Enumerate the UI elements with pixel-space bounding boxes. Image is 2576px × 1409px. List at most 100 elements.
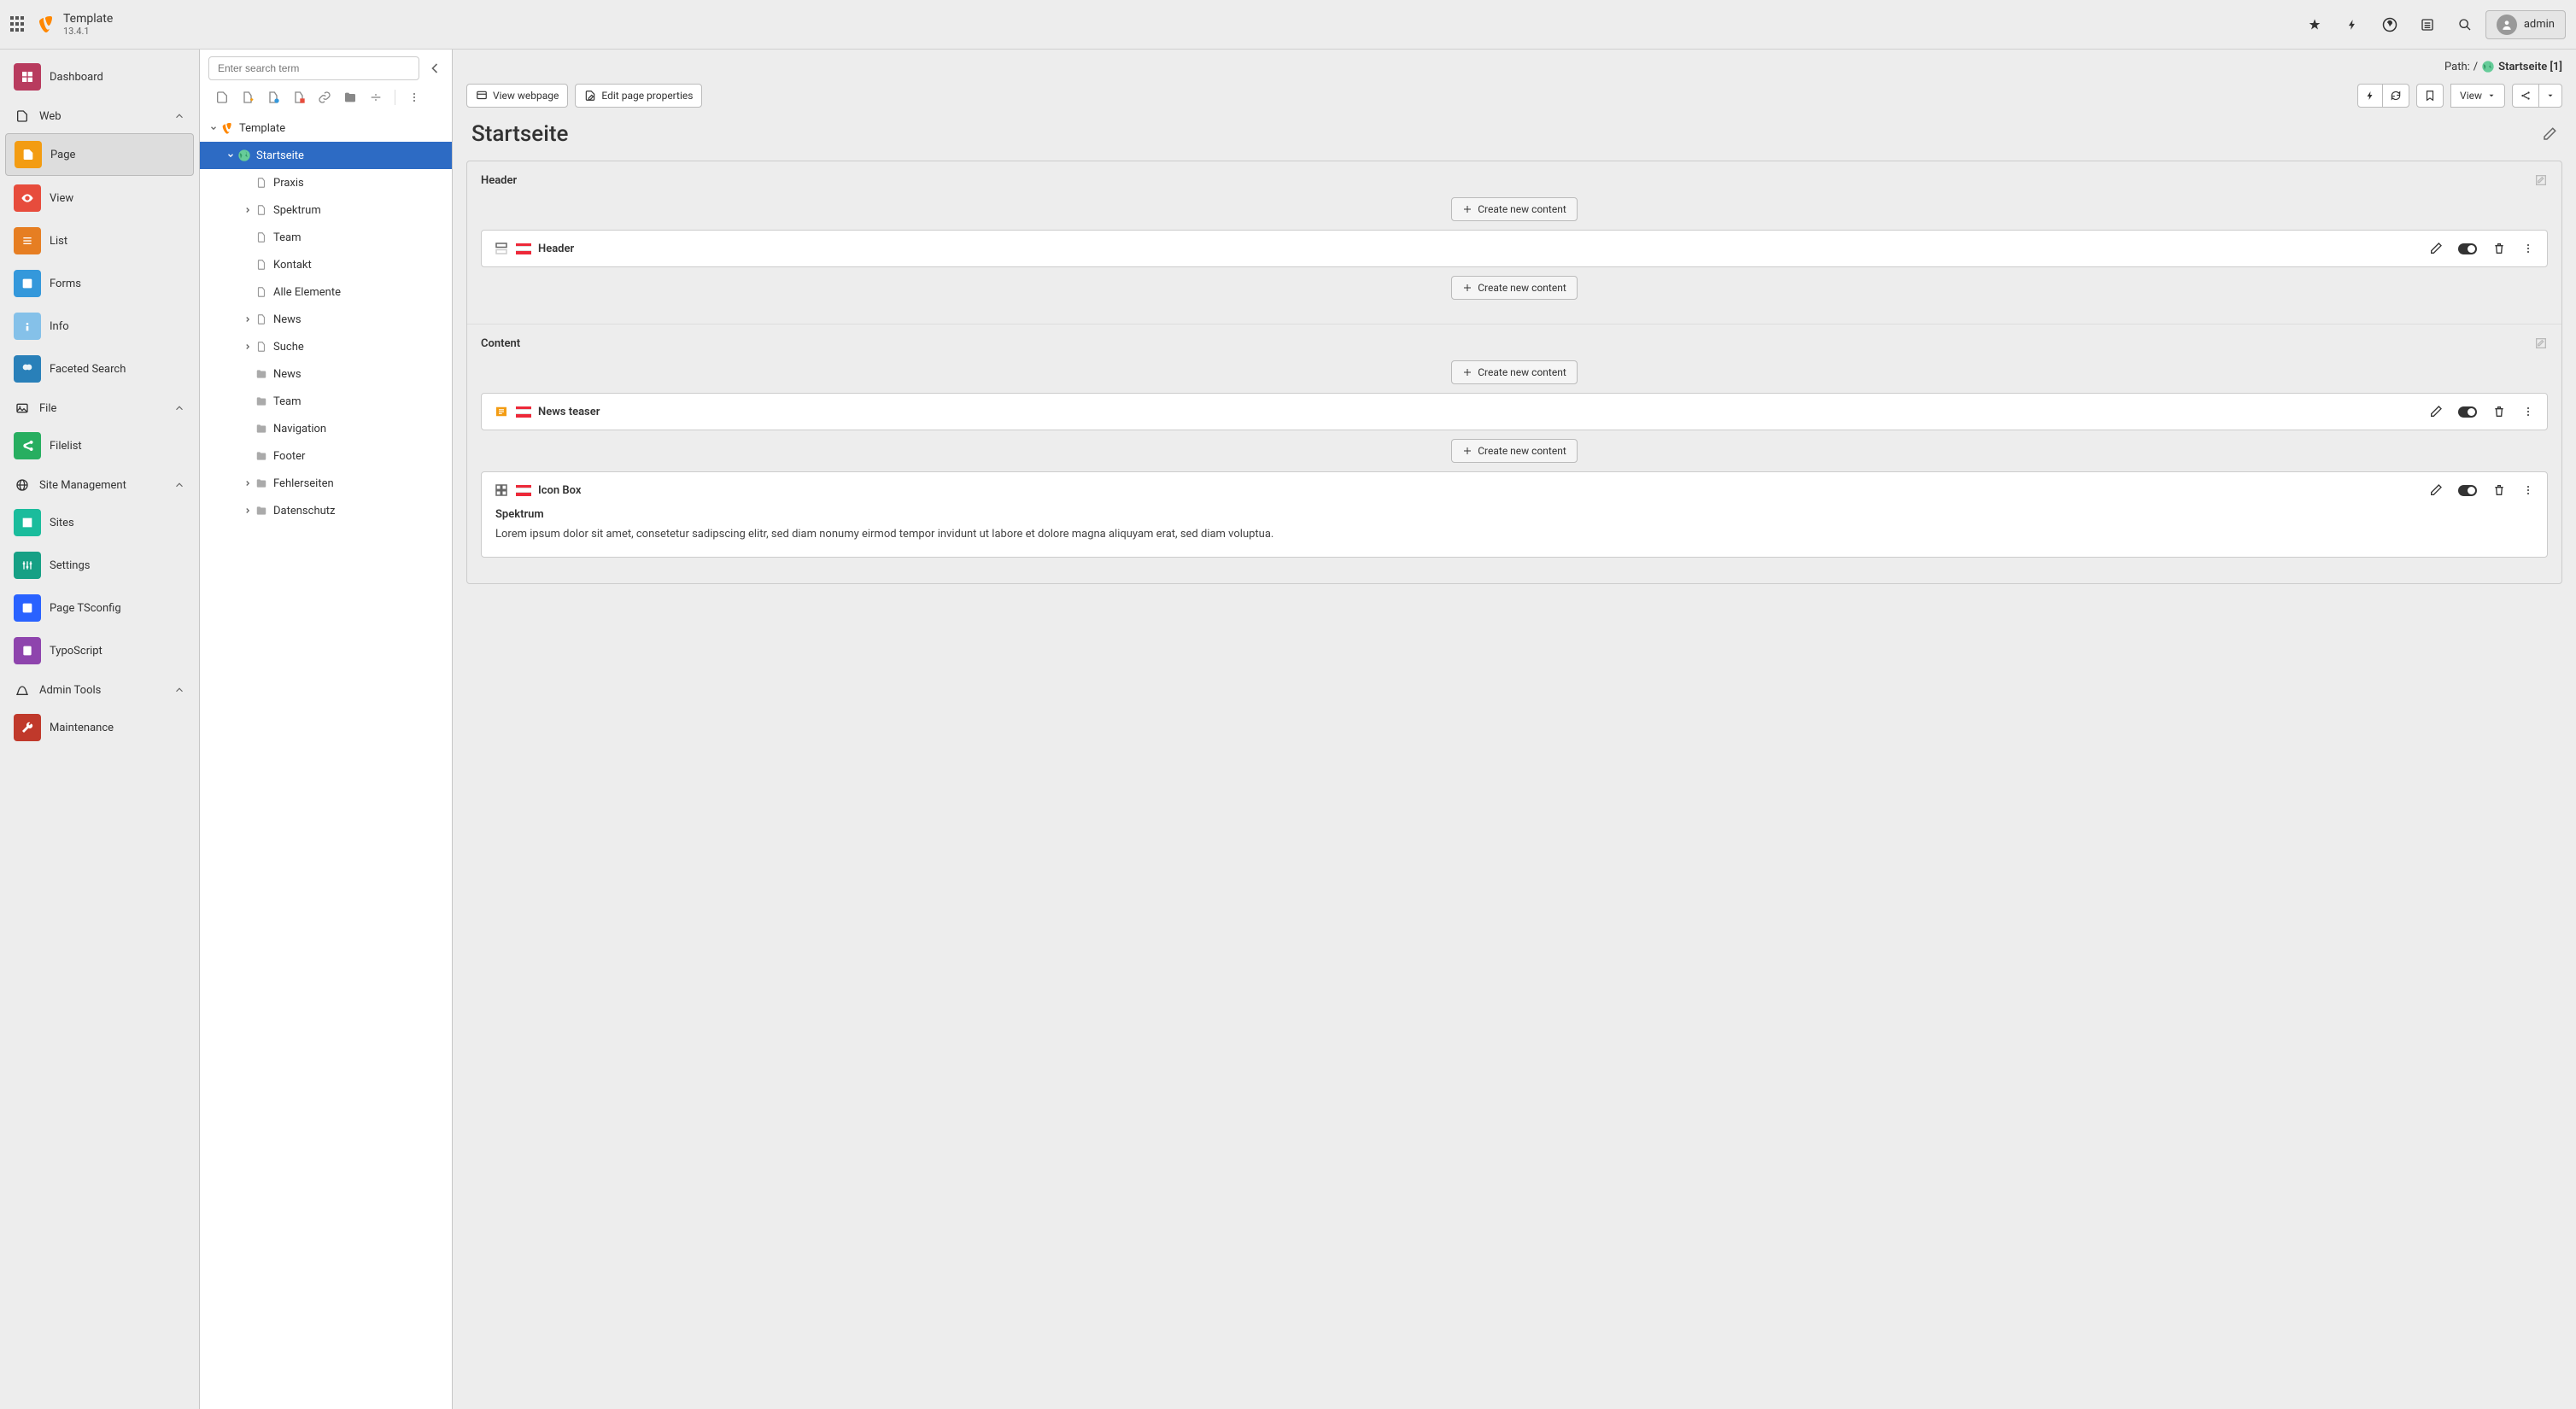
tree-node[interactable]: Startseite bbox=[200, 142, 452, 169]
visibility-toggle[interactable] bbox=[2458, 485, 2477, 496]
topbar: Template 13.4.1 admin bbox=[0, 0, 2576, 50]
create-content-button[interactable]: Create new content bbox=[1451, 360, 1578, 384]
tree-node[interactable]: Fehlerseiten bbox=[200, 470, 452, 497]
module-dashboard[interactable]: Dashboard bbox=[5, 56, 194, 97]
content-element-news-teaser: News teaser bbox=[481, 393, 2548, 430]
module-faceted-search[interactable]: Faceted Search bbox=[5, 348, 194, 389]
module-page[interactable]: Page bbox=[5, 133, 194, 176]
globe-icon bbox=[2481, 60, 2495, 73]
module-group-admin[interactable]: Admin Tools bbox=[5, 673, 194, 707]
chevron-up-icon bbox=[173, 110, 185, 122]
link-icon[interactable] bbox=[314, 87, 335, 108]
module-filelist[interactable]: Filelist bbox=[5, 425, 194, 466]
page-tree-panel: Template StartseitePraxisSpektrumTeamKon… bbox=[200, 50, 453, 1409]
tree-node[interactable]: News bbox=[200, 306, 452, 333]
bookmark-icon[interactable] bbox=[2298, 8, 2332, 42]
tree-node[interactable]: Suche bbox=[200, 333, 452, 360]
folder-icon[interactable] bbox=[340, 87, 360, 108]
create-content-button[interactable]: Create new content bbox=[1451, 439, 1578, 463]
delete-icon[interactable] bbox=[2492, 405, 2506, 418]
module-menu: Dashboard Web Page View List Forms Info … bbox=[0, 50, 200, 1409]
edit-page-properties-button[interactable]: Edit page properties bbox=[575, 84, 702, 108]
module-list[interactable]: List bbox=[5, 220, 194, 261]
new-page-delete-icon[interactable] bbox=[289, 87, 309, 108]
flag-austria-icon bbox=[516, 243, 531, 254]
module-settings[interactable]: Settings bbox=[5, 545, 194, 586]
tree-node[interactable]: Navigation bbox=[200, 415, 452, 442]
content-area: Path: / Startseite [1] View webpage Edit… bbox=[453, 50, 2576, 1409]
tree-node[interactable]: News bbox=[200, 360, 452, 388]
search-icon[interactable] bbox=[2448, 8, 2482, 42]
chevron-up-icon bbox=[173, 684, 185, 696]
edit-column-icon[interactable] bbox=[2534, 173, 2548, 187]
new-page-hidden-icon[interactable] bbox=[237, 87, 258, 108]
user-menu-button[interactable]: admin bbox=[2485, 10, 2566, 39]
module-group-web[interactable]: Web bbox=[5, 99, 194, 133]
ce-body-title: Spektrum bbox=[495, 508, 2533, 521]
module-view[interactable]: View bbox=[5, 178, 194, 219]
edit-icon[interactable] bbox=[2429, 242, 2443, 255]
edit-icon[interactable] bbox=[2429, 405, 2443, 418]
new-page-icon[interactable] bbox=[212, 87, 232, 108]
module-sites[interactable]: Sites bbox=[5, 502, 194, 543]
brand-name: Template bbox=[63, 12, 113, 26]
edit-icon[interactable] bbox=[2429, 483, 2443, 497]
create-content-button[interactable]: Create new content bbox=[1451, 197, 1578, 221]
list-icon[interactable] bbox=[2410, 8, 2444, 42]
more-icon[interactable] bbox=[2521, 483, 2535, 497]
visibility-toggle[interactable] bbox=[2458, 406, 2477, 418]
tree-node[interactable]: Team bbox=[200, 224, 452, 251]
module-group-site[interactable]: Site Management bbox=[5, 468, 194, 502]
visibility-toggle[interactable] bbox=[2458, 243, 2477, 254]
more-icon[interactable] bbox=[2521, 405, 2535, 418]
chevron-up-icon bbox=[173, 402, 185, 414]
module-info[interactable]: Info bbox=[5, 306, 194, 347]
ce-type-plugin-icon bbox=[494, 404, 509, 419]
collapse-tree-icon[interactable] bbox=[426, 60, 443, 77]
module-group-file[interactable]: File bbox=[5, 391, 194, 425]
cache-flush-button[interactable] bbox=[2357, 84, 2383, 108]
edit-column-icon[interactable] bbox=[2534, 336, 2548, 350]
tree-node[interactable]: Datenschutz bbox=[200, 497, 452, 524]
tree-root[interactable]: Template bbox=[200, 114, 452, 142]
separator-icon[interactable] bbox=[366, 87, 386, 108]
edit-title-icon[interactable] bbox=[2542, 126, 2557, 142]
cache-icon[interactable] bbox=[2335, 8, 2369, 42]
ce-body-text: Lorem ipsum dolor sit amet, consetetur s… bbox=[495, 526, 2533, 543]
view-dropdown-button[interactable]: View bbox=[2450, 84, 2505, 108]
more-icon[interactable] bbox=[2521, 242, 2535, 255]
tree-node[interactable]: Spektrum bbox=[200, 196, 452, 224]
tree-search-input[interactable] bbox=[208, 56, 419, 80]
avatar-icon bbox=[2497, 15, 2517, 35]
tree-node[interactable]: Footer bbox=[200, 442, 452, 470]
breadcrumb: Path: / Startseite [1] bbox=[2444, 60, 2562, 73]
chevron-up-icon bbox=[173, 479, 185, 491]
content-element-icon-box: Icon Box Spektrum Lorem ipsum dol bbox=[481, 471, 2548, 558]
create-content-button[interactable]: Create new content bbox=[1451, 276, 1578, 300]
refresh-button[interactable] bbox=[2382, 84, 2409, 108]
module-typoscript[interactable]: TypoScript bbox=[5, 630, 194, 671]
share-dropdown-button[interactable] bbox=[2538, 84, 2562, 108]
column-content: Content Create new content News teaser bbox=[467, 324, 2561, 583]
more-icon[interactable] bbox=[404, 87, 424, 108]
flag-austria-icon bbox=[516, 406, 531, 418]
brand-version: 13.4.1 bbox=[63, 26, 113, 37]
module-forms[interactable]: Forms bbox=[5, 263, 194, 304]
module-tsconfig[interactable]: Page TSconfig bbox=[5, 588, 194, 628]
delete-icon[interactable] bbox=[2492, 483, 2506, 497]
share-button[interactable] bbox=[2512, 84, 2539, 108]
new-page-draft-icon[interactable] bbox=[263, 87, 284, 108]
module-maintenance[interactable]: Maintenance bbox=[5, 707, 194, 748]
help-icon[interactable] bbox=[2373, 8, 2407, 42]
bookmark-page-button[interactable] bbox=[2416, 84, 2444, 108]
tree-node[interactable]: Alle Elemente bbox=[200, 278, 452, 306]
brand: Template 13.4.1 bbox=[36, 12, 113, 38]
ce-type-grid-icon bbox=[494, 482, 509, 498]
content-element-header: Header bbox=[481, 230, 2548, 267]
tree-node[interactable]: Praxis bbox=[200, 169, 452, 196]
tree-node[interactable]: Kontakt bbox=[200, 251, 452, 278]
apps-switcher-icon[interactable] bbox=[10, 16, 26, 32]
delete-icon[interactable] bbox=[2492, 242, 2506, 255]
tree-node[interactable]: Team bbox=[200, 388, 452, 415]
view-webpage-button[interactable]: View webpage bbox=[466, 84, 568, 108]
